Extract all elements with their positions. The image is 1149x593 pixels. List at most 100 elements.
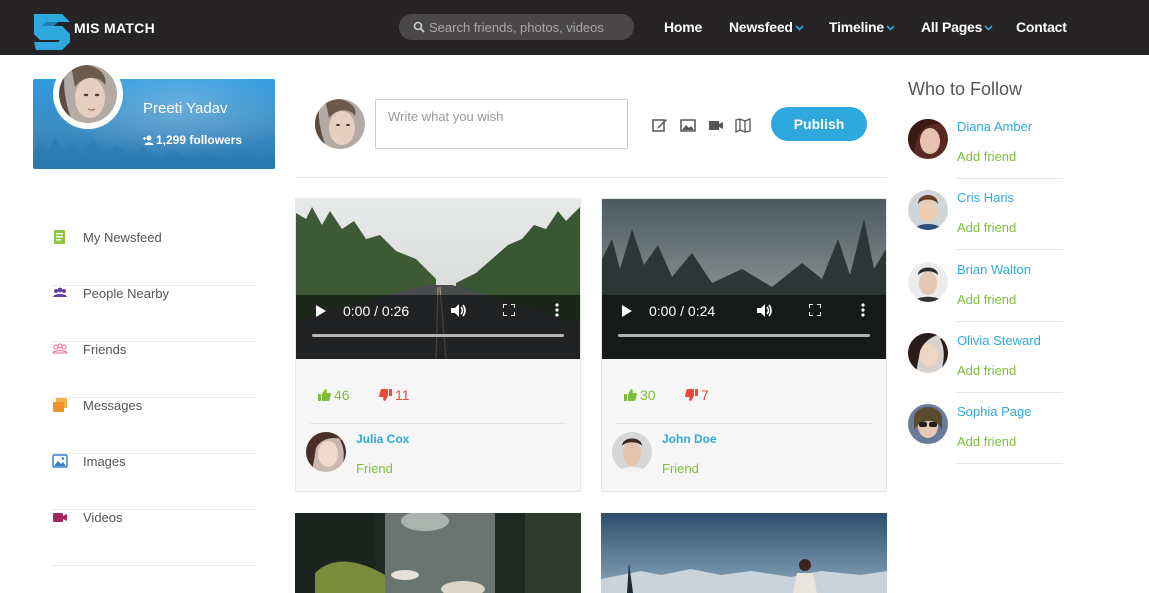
video-player[interactable]: 0:00 / 0:26 — [296, 199, 580, 359]
sidebar-item-label: Messages — [83, 398, 143, 413]
video-camera-icon[interactable] — [708, 118, 724, 133]
volume-icon[interactable] — [451, 303, 467, 318]
like-count[interactable]: 46 — [318, 387, 350, 403]
thumbs-up-icon — [624, 389, 637, 401]
fullscreen-icon[interactable] — [809, 304, 821, 316]
videos-icon — [53, 513, 67, 522]
follow-name[interactable]: Brian Walton — [957, 262, 1031, 277]
more-options-icon[interactable] — [555, 303, 559, 317]
images-icon — [52, 454, 68, 468]
sidebar-item-people-nearby[interactable]: People Nearby — [52, 286, 256, 342]
nav-newsfeed-label: Newsfeed — [729, 19, 793, 35]
profile-name[interactable]: Preeti Yadav — [143, 100, 228, 117]
profile-followers: 1,299 followers — [143, 133, 242, 147]
newsfeed-icon — [54, 230, 65, 244]
author-avatar[interactable] — [306, 432, 346, 472]
nav-all-pages[interactable]: All Pages — [921, 19, 993, 35]
divider — [957, 321, 1063, 322]
sidebar-item-images[interactable]: Images — [52, 454, 256, 510]
friends-icon — [52, 343, 68, 354]
video-post-card: 0:00 / 0:24 30 7 John Doe Friend — [601, 198, 887, 492]
follow-name[interactable]: Olivia Steward — [957, 333, 1041, 348]
author-relation: Friend — [356, 461, 393, 476]
dislike-count[interactable]: 7 — [685, 387, 709, 403]
photo-post-preview[interactable] — [295, 513, 581, 593]
edit-icon[interactable] — [652, 118, 668, 133]
thumbs-down-icon — [379, 389, 392, 401]
divider — [957, 463, 1063, 464]
volume-icon[interactable] — [757, 303, 773, 318]
fullscreen-icon[interactable] — [503, 304, 515, 316]
follow-suggestion: Diana Amber Add friend — [908, 119, 1063, 190]
add-friend-link[interactable]: Add friend — [957, 434, 1016, 449]
divider — [957, 178, 1063, 179]
avatar — [612, 432, 652, 472]
video-progress-bar[interactable] — [312, 334, 564, 337]
play-icon[interactable] — [316, 305, 326, 317]
play-icon[interactable] — [622, 305, 632, 317]
logo-icon[interactable] — [32, 12, 72, 50]
sidebar-item-friends[interactable]: Friends — [52, 342, 256, 398]
post-image — [601, 513, 887, 593]
chevron-down-icon — [886, 25, 895, 31]
who-to-follow-title: Who to Follow — [908, 79, 1023, 99]
sidebar-item-label: Images — [83, 454, 126, 469]
sidebar-item-messages[interactable]: Messages — [52, 398, 256, 454]
author-relation: Friend — [662, 461, 699, 476]
follow-name[interactable]: Sophia Page — [957, 404, 1031, 419]
composer-avatar[interactable] — [315, 99, 365, 149]
author-name[interactable]: John Doe — [662, 432, 717, 446]
nav-timeline[interactable]: Timeline — [829, 19, 895, 35]
avatar-photo — [908, 119, 948, 159]
avatar[interactable] — [908, 262, 948, 302]
sidebar-item-videos[interactable]: Videos — [52, 510, 256, 566]
sidebar-item-my-newsfeed[interactable]: My Newsfeed — [52, 230, 256, 286]
sidebar-item-label: Friends — [83, 342, 127, 357]
divider — [295, 177, 887, 178]
follow-suggestion: Brian Walton Add friend — [908, 262, 1063, 333]
author-name[interactable]: Julia Cox — [356, 432, 409, 446]
avatar[interactable] — [908, 404, 948, 444]
like-count[interactable]: 30 — [624, 387, 656, 403]
brand-name[interactable]: MIS MATCH — [74, 20, 155, 36]
add-friend-link[interactable]: Add friend — [957, 220, 1016, 235]
add-friend-link[interactable]: Add friend — [957, 292, 1016, 307]
nav-home[interactable]: Home — [664, 19, 702, 35]
thumbs-down-icon — [685, 389, 698, 401]
like-value: 46 — [334, 387, 350, 403]
video-controls: 0:00 / 0:24 — [602, 295, 886, 359]
profile-avatar[interactable] — [53, 59, 123, 129]
add-friend-link[interactable]: Add friend — [957, 149, 1016, 164]
chevron-down-icon — [795, 25, 804, 31]
chevron-down-icon — [984, 25, 993, 31]
video-time: 0:00 / 0:26 — [343, 303, 410, 319]
photo-post-preview[interactable] — [601, 513, 887, 593]
video-controls: 0:00 / 0:26 — [296, 295, 580, 359]
follow-suggestion: Sophia Page Add friend — [908, 404, 1063, 475]
avatar — [306, 432, 346, 472]
nav-contact[interactable]: Contact — [1016, 19, 1067, 35]
follow-name[interactable]: Diana Amber — [957, 119, 1032, 134]
video-progress-bar[interactable] — [618, 334, 870, 337]
dislike-count[interactable]: 11 — [379, 387, 410, 403]
publish-button[interactable]: Publish — [771, 107, 867, 141]
video-player[interactable]: 0:00 / 0:24 — [602, 199, 886, 359]
search-input[interactable] — [429, 18, 625, 36]
dislike-value: 11 — [395, 387, 410, 403]
avatar[interactable] — [908, 119, 948, 159]
sidebar-item-label: My Newsfeed — [83, 230, 162, 245]
post-image — [295, 513, 581, 593]
user-add-icon — [143, 135, 154, 145]
nav-newsfeed[interactable]: Newsfeed — [729, 19, 804, 35]
avatar[interactable] — [908, 333, 948, 373]
add-friend-link[interactable]: Add friend — [957, 363, 1016, 378]
map-icon[interactable] — [735, 118, 751, 133]
avatar-photo — [908, 333, 948, 373]
image-icon[interactable] — [680, 118, 696, 133]
divider — [310, 423, 566, 424]
more-options-icon[interactable] — [861, 303, 865, 317]
author-avatar[interactable] — [612, 432, 652, 472]
follow-name[interactable]: Cris Haris — [957, 190, 1014, 205]
post-textarea[interactable] — [375, 99, 628, 149]
avatar[interactable] — [908, 190, 948, 230]
